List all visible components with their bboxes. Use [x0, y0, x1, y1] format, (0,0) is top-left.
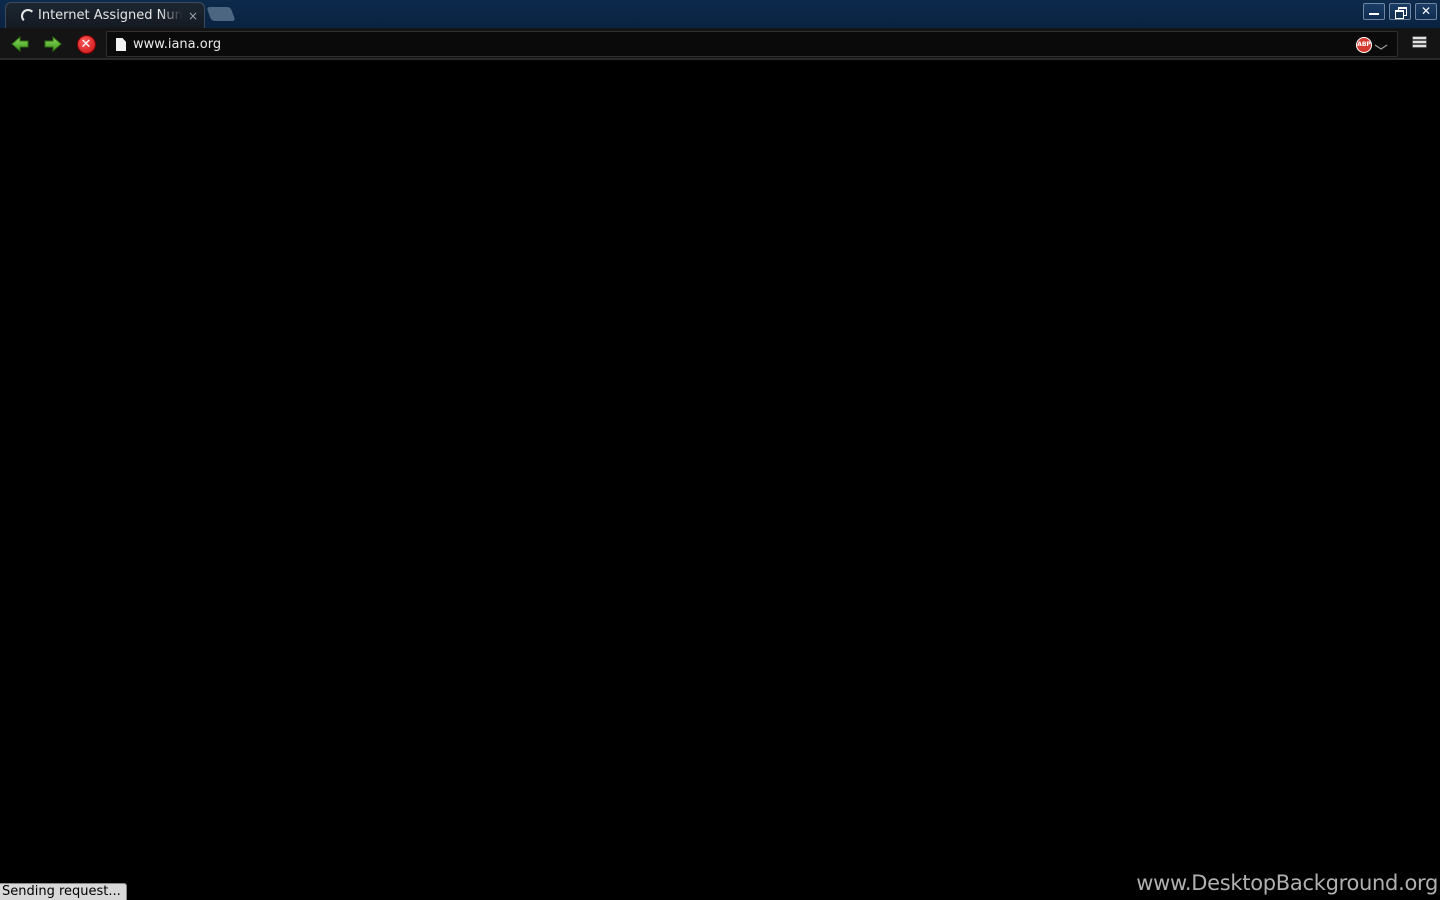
chevron-down-icon[interactable] [1374, 43, 1388, 51]
forward-button[interactable] [42, 33, 64, 55]
url-text[interactable]: www.iana.org [133, 37, 221, 53]
minimize-button[interactable] [1363, 3, 1385, 20]
menu-icon-bar [1412, 41, 1426, 43]
back-button[interactable] [9, 33, 31, 55]
close-icon: ✕ [1420, 4, 1432, 18]
status-bubble: Sending request... [0, 883, 127, 900]
menu-icon-bar [1412, 45, 1426, 47]
stop-button[interactable]: ✕ [75, 33, 97, 55]
forward-arrow-icon [44, 36, 62, 52]
page-content[interactable] [0, 62, 1440, 900]
tab-title: Internet Assigned Numbers Authority [38, 8, 182, 23]
stop-icon: ✕ [76, 34, 96, 54]
tab-iana[interactable]: Internet Assigned Numbers Authority × [5, 2, 205, 28]
page-icon [116, 38, 126, 51]
restore-button[interactable] [1389, 3, 1411, 20]
browser-window: Internet Assigned Numbers Authority × ✕ [0, 0, 1440, 900]
loading-spinner-icon [21, 9, 35, 23]
back-arrow-icon [11, 36, 29, 52]
toolbar: ✕ www.iana.org ABP [0, 28, 1440, 60]
restore-icon [1395, 7, 1407, 19]
abp-icon[interactable]: ABP [1356, 37, 1372, 53]
tab-strip: Internet Assigned Numbers Authority × ✕ [0, 0, 1440, 28]
menu-button[interactable] [1409, 35, 1429, 53]
address-bar[interactable]: www.iana.org ABP [106, 31, 1398, 57]
window-close-button[interactable]: ✕ [1415, 3, 1437, 20]
new-tab-button[interactable] [206, 7, 236, 21]
tab-close-icon[interactable]: × [187, 9, 199, 23]
menu-icon-bar [1412, 37, 1426, 39]
minimize-icon [1369, 13, 1379, 15]
watermark-text: www.DesktopBackground.org [1136, 871, 1438, 895]
